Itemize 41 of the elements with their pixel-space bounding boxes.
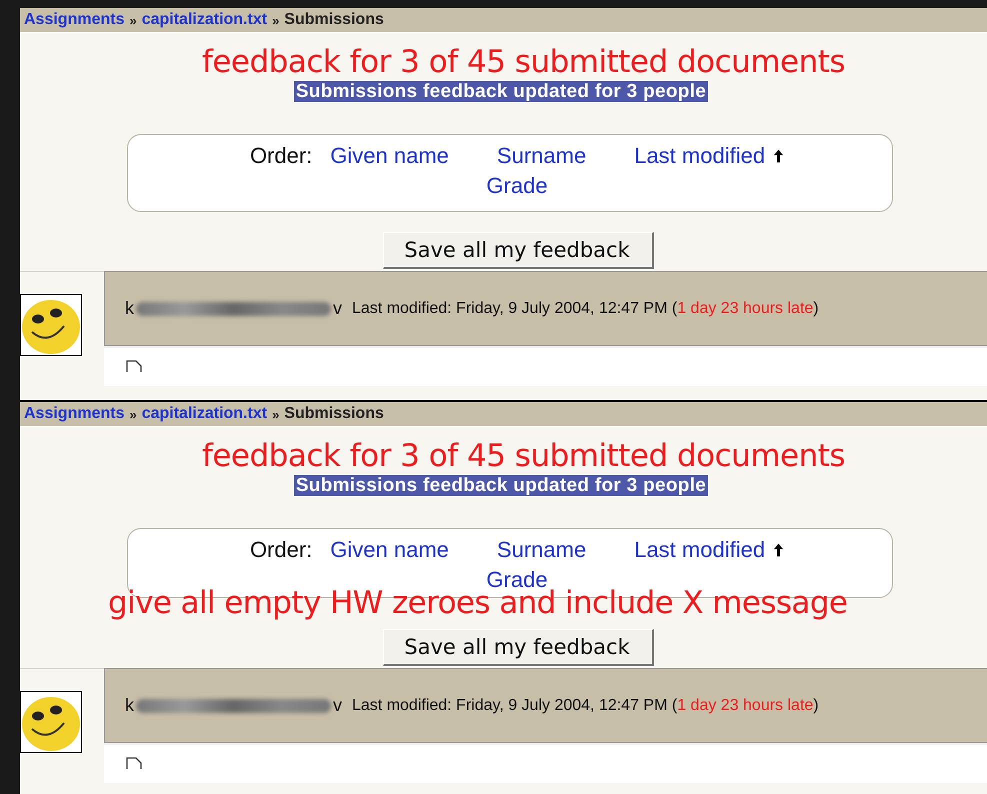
breadcrumb-current: Submissions bbox=[284, 11, 384, 29]
save-feedback-button[interactable]: Save all my feedback bbox=[383, 629, 654, 666]
document-icon bbox=[126, 360, 142, 372]
closing-paren: ) bbox=[813, 300, 819, 318]
breadcrumb-separator: » bbox=[129, 12, 137, 28]
notice-text: Submissions feedback updated for 3 people bbox=[294, 475, 708, 496]
breadcrumb-separator: » bbox=[272, 12, 280, 28]
document-icon bbox=[126, 757, 142, 769]
last-modified-text: Last modified: Friday, 9 July 2004, 12:47 PM ( bbox=[352, 300, 678, 318]
late-text: 1 day 23 hours late bbox=[677, 696, 814, 714]
late-text: 1 day 23 hours late bbox=[677, 300, 814, 318]
order-label: Order: bbox=[250, 143, 312, 169]
sort-link[interactable]: Last modified bbox=[634, 143, 784, 169]
sort-link[interactable]: Last modified bbox=[634, 537, 784, 563]
breadcrumb-separator: » bbox=[129, 406, 137, 422]
sort-link[interactable]: Given name bbox=[330, 143, 449, 169]
smiley-avatar-icon bbox=[20, 294, 82, 356]
notice-text: Submissions feedback updated for 3 people bbox=[294, 81, 708, 102]
sort-link[interactable]: Grade bbox=[486, 567, 548, 593]
student-name-end: v bbox=[333, 298, 342, 319]
sort-link[interactable]: Given name bbox=[330, 537, 449, 563]
student-name-start: k bbox=[125, 695, 134, 716]
sort-link[interactable]: Surname bbox=[496, 143, 586, 169]
breadcrumb-current: Submissions bbox=[284, 405, 384, 423]
annotation-text: feedback for 3 of 45 submitted documents bbox=[200, 43, 846, 81]
breadcrumb-separator: » bbox=[272, 406, 280, 422]
breadcrumb-link[interactable]: Assignments bbox=[24, 405, 124, 423]
sort-link[interactable]: Grade bbox=[486, 173, 548, 199]
last-modified-text: Last modified: Friday, 9 July 2004, 12:47 PM ( bbox=[352, 696, 678, 714]
breadcrumb-link[interactable]: capitalization.txt bbox=[142, 11, 268, 29]
up-arrow-icon bbox=[773, 542, 784, 558]
save-feedback-button[interactable]: Save all my feedback bbox=[383, 232, 654, 269]
up-arrow-icon bbox=[773, 148, 784, 164]
student-name-end: v bbox=[333, 695, 342, 716]
closing-paren: ) bbox=[813, 696, 819, 714]
order-label: Order: bbox=[250, 537, 312, 563]
annotation-text: feedback for 3 of 45 submitted documents bbox=[200, 437, 846, 475]
breadcrumb-link[interactable]: capitalization.txt bbox=[142, 405, 268, 423]
student-name-start: k bbox=[125, 298, 134, 319]
sort-link[interactable]: Surname bbox=[496, 537, 586, 563]
breadcrumb-link[interactable]: Assignments bbox=[24, 11, 124, 29]
